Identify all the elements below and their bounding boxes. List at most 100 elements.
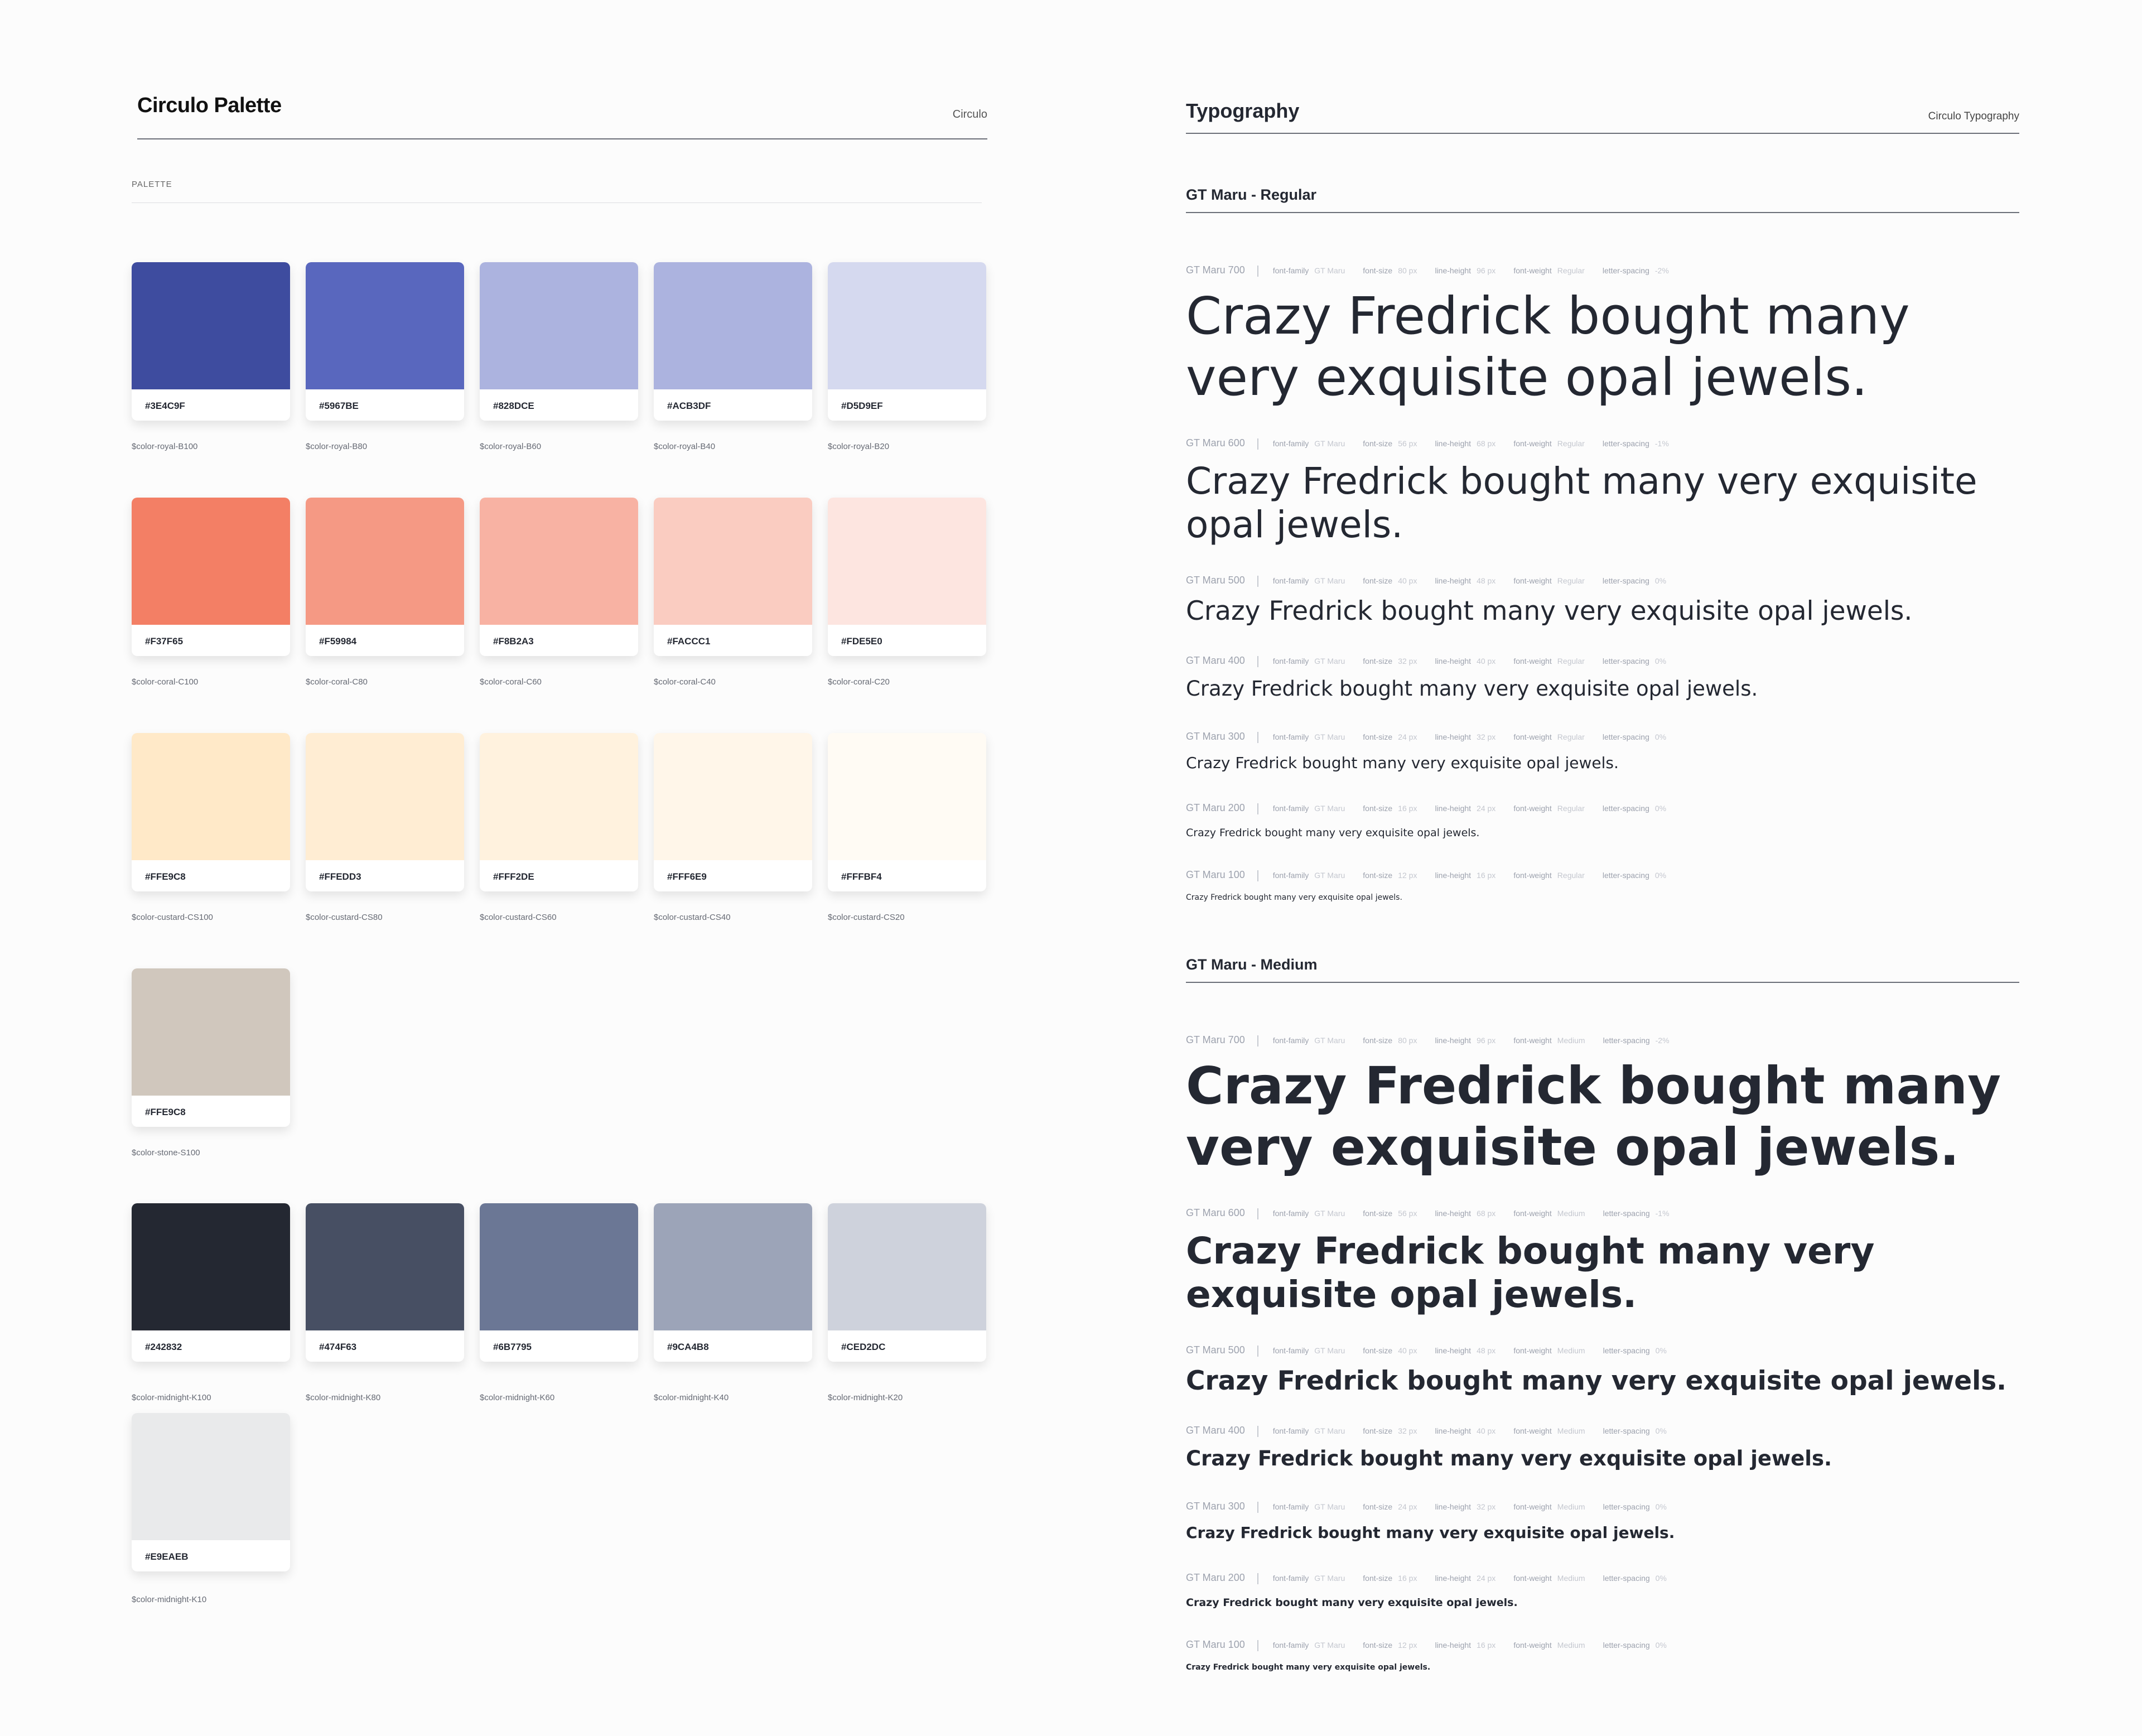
swatch-hex-code: #474F63 bbox=[319, 1342, 357, 1352]
swatch-color-fill bbox=[132, 262, 290, 389]
meta-value-family: GT Maru bbox=[1314, 1574, 1345, 1583]
meta-key-family: font-family bbox=[1272, 1346, 1309, 1355]
palette-title: Circulo Palette bbox=[137, 94, 282, 117]
color-swatch-card: #FACCC1 bbox=[654, 498, 812, 656]
meta-value-family: GT Maru bbox=[1314, 804, 1345, 813]
meta-key-spacing: letter-spacing bbox=[1602, 576, 1649, 585]
swatch-hex-code: #ACB3DF bbox=[667, 401, 711, 411]
palette-section-label: PALETTE bbox=[132, 180, 172, 189]
meta-key-weight: font-weight bbox=[1513, 1574, 1552, 1583]
meta-value-spacing: 0% bbox=[1655, 1641, 1667, 1650]
meta-key-spacing: letter-spacing bbox=[1603, 1426, 1650, 1435]
meta-key-weight: font-weight bbox=[1513, 732, 1552, 741]
type-sample-text: Crazy Fredrick bought many very exquisit… bbox=[1186, 1663, 1431, 1672]
swatch-token-name: $color-royal-B60 bbox=[480, 442, 542, 451]
meta-value-family: GT Maru bbox=[1314, 1036, 1345, 1045]
type-sample-text: Crazy Fredrick bought many very exquisit… bbox=[1186, 460, 1977, 546]
meta-value-line-height: 48 px bbox=[1477, 576, 1496, 585]
meta-key-line-height: line-height bbox=[1435, 439, 1472, 448]
meta-value-size: 32 px bbox=[1398, 1426, 1417, 1435]
meta-key-size: font-size bbox=[1363, 1502, 1393, 1511]
meta-key-size: font-size bbox=[1363, 871, 1393, 880]
meta-key-size: font-size bbox=[1363, 1209, 1393, 1218]
typography-brand-label: Circulo Typography bbox=[1928, 110, 2019, 122]
meta-key-size: font-size bbox=[1363, 657, 1393, 666]
type-group-divider bbox=[1186, 982, 2019, 983]
swatch-hex-code: #FDE5E0 bbox=[841, 636, 882, 647]
type-style-name: GT Maru 400 bbox=[1186, 655, 1245, 666]
meta-value-weight: Regular bbox=[1557, 439, 1585, 448]
meta-value-family: GT Maru bbox=[1314, 1641, 1345, 1650]
meta-separator bbox=[1257, 1346, 1258, 1357]
meta-value-spacing: 0% bbox=[1655, 1426, 1667, 1435]
meta-separator bbox=[1257, 1573, 1258, 1585]
color-swatch-card: #CED2DC bbox=[828, 1203, 986, 1362]
type-style-meta: GT Maru 200 font-family GT Maru font-size 16… bbox=[1186, 1572, 1685, 1585]
meta-value-size: 56 px bbox=[1398, 1209, 1417, 1218]
type-style-meta: GT Maru 400 font-family GT Maru font-size 32… bbox=[1186, 655, 1684, 668]
meta-value-weight: Regular bbox=[1557, 871, 1585, 880]
meta-key-family: font-family bbox=[1272, 266, 1309, 275]
meta-key-weight: font-weight bbox=[1513, 439, 1552, 448]
swatch-hex-code: #FFE9C8 bbox=[145, 871, 186, 882]
meta-value-weight: Medium bbox=[1557, 1036, 1585, 1045]
swatch-token-name: $color-royal-B20 bbox=[828, 442, 890, 451]
swatch-token-name: $color-stone-S100 bbox=[132, 1148, 200, 1158]
meta-value-spacing: -2% bbox=[1654, 266, 1669, 275]
meta-key-spacing: letter-spacing bbox=[1603, 1346, 1650, 1355]
swatch-color-fill bbox=[306, 1203, 464, 1330]
meta-value-family: GT Maru bbox=[1314, 871, 1345, 880]
meta-separator bbox=[1257, 1035, 1258, 1047]
typography-title-divider bbox=[1186, 133, 2019, 134]
meta-value-family: GT Maru bbox=[1314, 1426, 1345, 1435]
meta-key-line-height: line-height bbox=[1435, 576, 1472, 585]
swatch-token-name: $color-midnight-K40 bbox=[654, 1393, 729, 1402]
swatch-token-name: $color-custard-CS40 bbox=[654, 913, 731, 922]
swatch-hex-code: #D5D9EF bbox=[841, 401, 883, 411]
meta-key-family: font-family bbox=[1272, 804, 1309, 813]
meta-key-size: font-size bbox=[1363, 732, 1393, 741]
swatch-color-fill bbox=[654, 262, 812, 389]
meta-value-size: 24 px bbox=[1398, 732, 1417, 741]
color-swatch-card: #6B7795 bbox=[480, 1203, 638, 1362]
meta-key-weight: font-weight bbox=[1513, 871, 1552, 880]
type-sample-text: Crazy Fredrick bought many very exquisit… bbox=[1186, 1366, 2007, 1396]
swatch-color-fill bbox=[132, 733, 290, 860]
meta-value-spacing: 0% bbox=[1654, 871, 1667, 880]
type-style-meta: GT Maru 200 font-family GT Maru font-size 16… bbox=[1186, 802, 1684, 815]
meta-key-family: font-family bbox=[1272, 871, 1309, 880]
meta-value-line-height: 96 px bbox=[1477, 266, 1496, 275]
color-swatch-card: #E9EAEB bbox=[132, 1413, 290, 1571]
meta-value-spacing: 0% bbox=[1654, 576, 1667, 585]
type-style-meta: GT Maru 500 font-family GT Maru font-size 40… bbox=[1186, 575, 1684, 587]
swatch-color-fill bbox=[654, 733, 812, 860]
swatch-token-name: $color-custard-CS80 bbox=[306, 913, 383, 922]
swatch-color-fill bbox=[132, 1413, 290, 1540]
meta-key-size: font-size bbox=[1363, 1426, 1393, 1435]
type-style-name: GT Maru 700 bbox=[1186, 264, 1245, 276]
swatch-color-fill bbox=[306, 262, 464, 389]
type-style-meta: GT Maru 300 font-family GT Maru font-size 24… bbox=[1186, 1501, 1685, 1513]
meta-key-family: font-family bbox=[1272, 439, 1309, 448]
swatch-token-name: $color-royal-B100 bbox=[132, 442, 198, 451]
meta-value-family: GT Maru bbox=[1314, 732, 1345, 741]
meta-key-line-height: line-height bbox=[1435, 804, 1472, 813]
meta-key-family: font-family bbox=[1272, 1426, 1309, 1435]
color-swatch-card: #FFE9C8 bbox=[132, 733, 290, 891]
meta-value-size: 40 px bbox=[1398, 1346, 1417, 1355]
meta-key-weight: font-weight bbox=[1513, 657, 1552, 666]
swatch-color-fill bbox=[132, 498, 290, 625]
swatch-token-name: $color-midnight-K20 bbox=[828, 1393, 903, 1402]
color-swatch-card: #828DCE bbox=[480, 262, 638, 421]
swatch-token-name: $color-midnight-K80 bbox=[306, 1393, 381, 1402]
meta-separator bbox=[1257, 576, 1258, 587]
swatch-hex-code: #6B7795 bbox=[493, 1342, 532, 1352]
swatch-hex-code: #FFF2DE bbox=[493, 871, 534, 882]
swatch-hex-code: #FACCC1 bbox=[667, 636, 711, 647]
meta-value-spacing: -2% bbox=[1655, 1036, 1670, 1045]
swatch-token-name: $color-royal-B40 bbox=[654, 442, 716, 451]
meta-key-spacing: letter-spacing bbox=[1603, 1641, 1650, 1650]
meta-key-weight: font-weight bbox=[1513, 266, 1552, 275]
meta-value-weight: Regular bbox=[1557, 657, 1585, 666]
type-group-divider bbox=[1186, 212, 2019, 213]
